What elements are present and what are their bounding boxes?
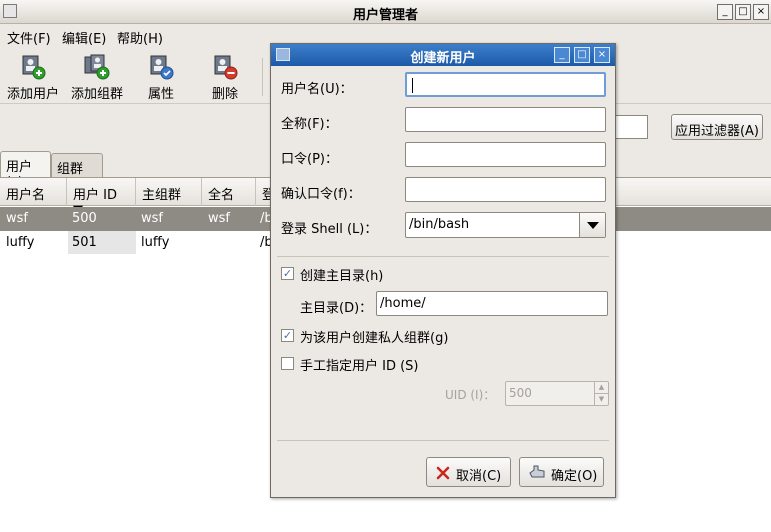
private-group-label: 为该用户创建私人组群(g)	[300, 331, 449, 346]
home-dir-label: 主目录(D)：	[300, 301, 373, 316]
ok-button[interactable]: 确定(O)	[519, 457, 604, 487]
password-label: 口令(P)：	[281, 152, 338, 167]
dialog-titlebar[interactable]: 创建新用户 _ □ ×	[271, 44, 615, 66]
add-group-icon	[84, 54, 110, 80]
manual-uid-checkbox[interactable]	[281, 357, 294, 370]
login-shell-value: /bin/bash	[409, 217, 470, 232]
ok-icon	[529, 465, 545, 478]
column-fullname[interactable]: 全名	[202, 178, 256, 206]
cell-uid: 501	[72, 235, 97, 250]
create-home-checkbox[interactable]: ✓	[281, 267, 294, 280]
text-caret	[412, 78, 413, 93]
separator	[277, 440, 609, 441]
add-user-icon	[20, 54, 46, 80]
cancel-icon	[436, 466, 450, 480]
spin-down-icon[interactable]: ▼	[594, 394, 608, 406]
cell-group: wsf	[141, 211, 163, 226]
column-username[interactable]: 用户名	[0, 178, 67, 206]
uid-spinner[interactable]: 500 ▲ ▼	[505, 381, 609, 406]
username-label: 用户名(U)：	[281, 82, 353, 97]
tab-groups[interactable]: 组群(o)	[51, 153, 103, 192]
menu-help[interactable]: 帮助(H)	[117, 28, 163, 47]
create-home-label: 创建主目录(h)	[300, 269, 384, 284]
private-group-checkbox[interactable]: ✓	[281, 329, 294, 342]
column-uid[interactable]: 用户 ID ▼	[67, 178, 136, 218]
confirm-password-label: 确认口令(f)：	[281, 187, 361, 202]
cancel-button[interactable]: 取消(C)	[426, 457, 511, 487]
create-user-dialog: 创建新用户 _ □ × 用户名(U)： 全称(F)： 口令(P)： 确认口令(f…	[270, 43, 616, 498]
close-button[interactable]: ×	[753, 4, 769, 20]
minimize-button[interactable]: _	[717, 4, 733, 20]
column-primary-group[interactable]: 主组群	[136, 178, 202, 206]
add-group-button[interactable]: 添加组群	[70, 54, 124, 102]
add-user-button[interactable]: 添加用户	[6, 54, 60, 102]
add-user-label: 添加用户	[6, 87, 59, 102]
add-group-label: 添加组群	[70, 87, 123, 102]
login-shell-select[interactable]: /bin/bash	[405, 212, 606, 238]
manual-uid-label: 手工指定用户 ID (S)	[300, 359, 419, 374]
dropdown-arrow-icon[interactable]	[579, 213, 605, 237]
ok-label: 确定(O)	[551, 469, 598, 484]
uid-value: 500	[509, 386, 532, 400]
login-shell-label: 登录 Shell (L)：	[281, 222, 378, 237]
properties-button[interactable]: 属性	[140, 54, 182, 102]
delete-button[interactable]: 删除	[204, 54, 246, 102]
spin-up-icon[interactable]: ▲	[594, 382, 608, 394]
uid-label: UID (I)：	[445, 388, 496, 402]
cell-username: luffy	[6, 235, 35, 250]
window-title: 用户管理者	[352, 8, 418, 23]
delete-icon	[212, 54, 238, 80]
dialog-minimize-button[interactable]: _	[554, 47, 570, 63]
home-dir-field[interactable]: /home/	[376, 291, 608, 316]
cell-fullname: wsf	[208, 211, 230, 226]
confirm-password-field[interactable]	[405, 177, 606, 202]
fullname-field[interactable]	[405, 107, 606, 132]
delete-label: 删除	[211, 87, 238, 102]
dialog-maximize-button[interactable]: □	[574, 47, 590, 63]
cell-uid: 500	[72, 211, 97, 226]
cell-group: luffy	[141, 235, 170, 250]
maximize-button[interactable]: □	[735, 4, 751, 20]
main-titlebar[interactable]: 用户管理者 _ □ ×	[0, 0, 771, 24]
properties-icon	[148, 54, 174, 80]
fullname-label: 全称(F)：	[281, 117, 338, 132]
tab-users[interactable]: 用户(s)	[0, 151, 51, 190]
toolbar-separator	[262, 58, 263, 96]
cell-username: wsf	[6, 211, 28, 226]
dialog-close-button[interactable]: ×	[594, 47, 610, 63]
menu-edit[interactable]: 编辑(E)	[62, 28, 106, 47]
username-field[interactable]	[405, 72, 606, 97]
apply-filter-button[interactable]: 应用过滤器(A)	[671, 114, 763, 140]
cancel-label: 取消(C)	[456, 469, 502, 484]
properties-label: 属性	[147, 87, 174, 102]
separator	[277, 256, 609, 257]
password-field[interactable]	[405, 142, 606, 167]
menu-file[interactable]: 文件(F)	[7, 28, 51, 47]
